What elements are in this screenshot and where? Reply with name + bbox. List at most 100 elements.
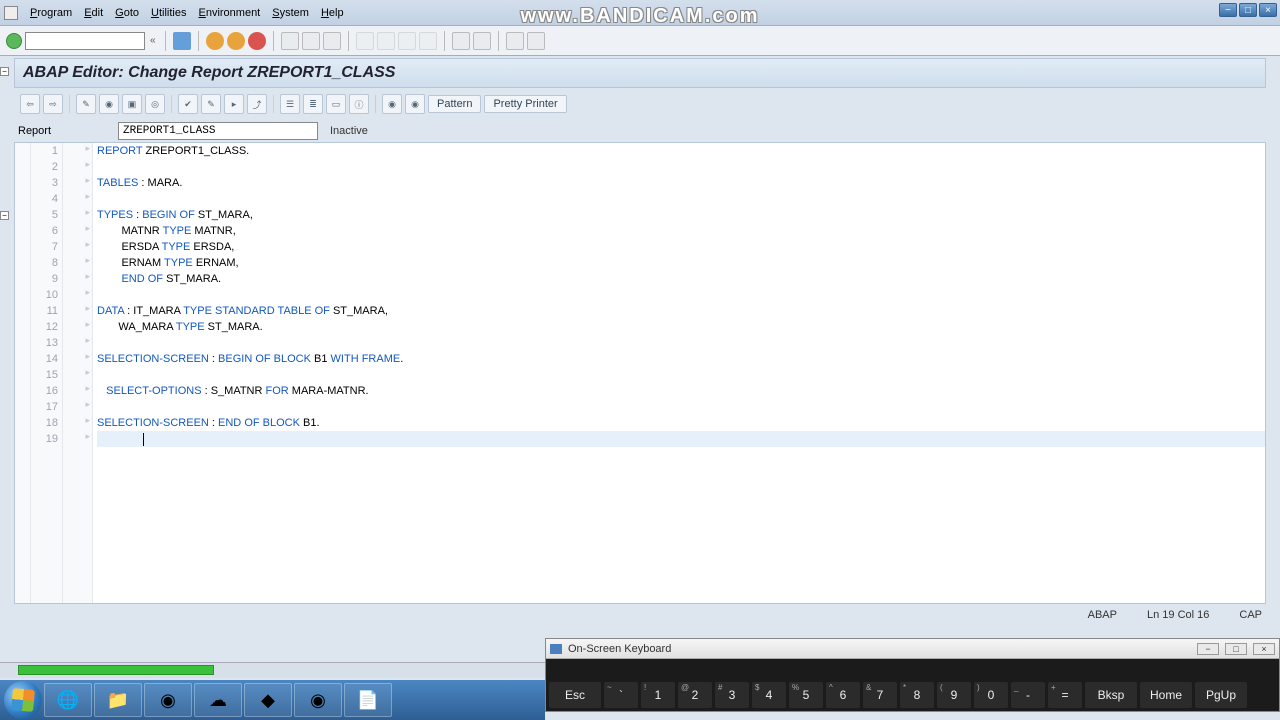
fullscreen-icon[interactable]: ▭ xyxy=(326,94,346,114)
menu-environment[interactable]: Environment xyxy=(192,5,266,21)
minimize-button[interactable]: − xyxy=(1219,3,1237,17)
taskbar-skype-icon[interactable]: ☁ xyxy=(194,683,242,717)
find-next-icon[interactable] xyxy=(323,32,341,50)
osk-key-home[interactable]: Home xyxy=(1140,682,1192,708)
exit-icon[interactable] xyxy=(227,32,245,50)
layout-icon[interactable] xyxy=(527,32,545,50)
taskbar-bandicam-icon[interactable]: ◉ xyxy=(294,683,342,717)
report-header: Report Inactive xyxy=(14,122,1266,140)
taskbar-explorer-icon[interactable]: 📁 xyxy=(94,683,142,717)
find-icon[interactable] xyxy=(302,32,320,50)
menu-utilities[interactable]: Utilities xyxy=(145,5,192,21)
fold-toggle-icon[interactable]: − xyxy=(0,67,9,76)
osk-titlebar[interactable]: On-Screen Keyboard − □ × xyxy=(546,639,1279,659)
menu-system[interactable]: System xyxy=(266,5,315,21)
new-session-icon[interactable] xyxy=(452,32,470,50)
report-name-input[interactable] xyxy=(118,122,318,140)
close-button[interactable]: × xyxy=(1259,3,1277,17)
code-line[interactable] xyxy=(97,287,1265,303)
osk-key-`[interactable]: ~` xyxy=(604,682,638,708)
last-page-icon xyxy=(419,32,437,50)
osk-key-5[interactable]: %5 xyxy=(789,682,823,708)
menu-goto[interactable]: Goto xyxy=(109,5,145,21)
help-on-icon[interactable]: ⓘ xyxy=(349,94,369,114)
osk-key-9[interactable]: (9 xyxy=(937,682,971,708)
taskbar-chrome-icon[interactable]: ◉ xyxy=(144,683,192,717)
breakpoint-del-icon[interactable]: ◉ xyxy=(405,94,425,114)
check-icon[interactable]: ✔ xyxy=(178,94,198,114)
code-line[interactable] xyxy=(97,191,1265,207)
osk-key-7[interactable]: &7 xyxy=(863,682,897,708)
save-icon[interactable] xyxy=(173,32,191,50)
object-list-icon[interactable]: ☰ xyxy=(280,94,300,114)
taskbar-app-icon[interactable]: ◆ xyxy=(244,683,292,717)
where-used-icon[interactable]: ⤴ xyxy=(247,94,267,114)
menu-edit[interactable]: Edit xyxy=(78,5,109,21)
osk-key-2[interactable]: @2 xyxy=(678,682,712,708)
back-icon[interactable] xyxy=(206,32,224,50)
doc-icon xyxy=(4,6,18,20)
nav-stack-icon[interactable]: ≣ xyxy=(303,94,323,114)
menu-program[interactable]: Program xyxy=(24,5,78,21)
osk-key-3[interactable]: #3 xyxy=(715,682,749,708)
code-line[interactable]: TYPES : BEGIN OF ST_MARA, xyxy=(97,207,1265,223)
transaction-code-input[interactable] xyxy=(25,32,145,50)
help-icon[interactable] xyxy=(506,32,524,50)
osk-close-button[interactable]: × xyxy=(1253,643,1275,655)
osk-key-0[interactable]: )0 xyxy=(974,682,1008,708)
osk-key-pgup[interactable]: PgUp xyxy=(1195,682,1247,708)
code-line[interactable]: SELECTION-SCREEN : BEGIN OF BLOCK B1 WIT… xyxy=(97,351,1265,367)
code-line[interactable]: ERSDA TYPE ERSDA, xyxy=(97,239,1265,255)
nav-back-icon[interactable]: ⇦ xyxy=(20,94,40,114)
window-controls: − □ × xyxy=(1219,3,1277,17)
code-line[interactable] xyxy=(97,399,1265,415)
code-line[interactable]: SELECT-OPTIONS : S_MATNR FOR MARA-MATNR. xyxy=(97,383,1265,399)
status-caps: CAP xyxy=(1239,609,1262,621)
cancel-icon[interactable] xyxy=(248,32,266,50)
display-change-icon[interactable]: ✎ xyxy=(76,94,96,114)
pattern-button[interactable]: Pattern xyxy=(428,95,481,113)
collapse-icon[interactable]: « xyxy=(150,35,156,46)
code-line[interactable] xyxy=(97,335,1265,351)
osk-key-1[interactable]: !1 xyxy=(641,682,675,708)
osk-minimize-button[interactable]: − xyxy=(1197,643,1219,655)
code-line[interactable]: WA_MARA TYPE ST_MARA. xyxy=(97,319,1265,335)
code-line[interactable]: END OF ST_MARA. xyxy=(97,271,1265,287)
pretty-printer-button[interactable]: Pretty Printer xyxy=(484,95,566,113)
code-line[interactable]: MATNR TYPE MATNR, xyxy=(97,223,1265,239)
print-icon[interactable] xyxy=(281,32,299,50)
fold-toggle-icon[interactable]: − xyxy=(0,211,9,220)
osk-key-=[interactable]: += xyxy=(1048,682,1082,708)
active-inactive-icon[interactable]: ◉ xyxy=(99,94,119,114)
osk-maximize-button[interactable]: □ xyxy=(1225,643,1247,655)
code-line[interactable]: SELECTION-SCREEN : END OF BLOCK B1. xyxy=(97,415,1265,431)
osk-key-8[interactable]: *8 xyxy=(900,682,934,708)
taskbar-ie-icon[interactable]: 🌐 xyxy=(44,683,92,717)
osk-key-6[interactable]: ^6 xyxy=(826,682,860,708)
osk-icon xyxy=(550,644,562,654)
taskbar-wordpad-icon[interactable]: 📄 xyxy=(344,683,392,717)
maximize-button[interactable]: □ xyxy=(1239,3,1257,17)
test-icon[interactable]: ▸ xyxy=(224,94,244,114)
osk-key--[interactable]: _- xyxy=(1011,682,1045,708)
start-button[interactable] xyxy=(4,681,42,719)
enhance-icon[interactable]: ◎ xyxy=(145,94,165,114)
osk-key-bksp[interactable]: Bksp xyxy=(1085,682,1137,708)
osk-key-esc[interactable]: Esc xyxy=(549,682,601,708)
code-editor[interactable]: 12345678910111213141516171819 ▸▸▸▸▸−▸▸▸▸… xyxy=(14,142,1266,604)
ok-icon[interactable] xyxy=(6,33,22,49)
nav-fwd-icon[interactable]: ⇨ xyxy=(43,94,63,114)
menu-help[interactable]: Help xyxy=(315,5,350,21)
code-line[interactable] xyxy=(97,159,1265,175)
activate-icon[interactable]: ✎ xyxy=(201,94,221,114)
code-line[interactable]: ERNAM TYPE ERNAM, xyxy=(97,255,1265,271)
code-line[interactable]: REPORT ZREPORT1_CLASS. xyxy=(97,143,1265,159)
code-line[interactable] xyxy=(97,431,1265,447)
breakpoint-icon[interactable]: ◉ xyxy=(382,94,402,114)
code-line[interactable] xyxy=(97,367,1265,383)
osk-key-4[interactable]: $4 xyxy=(752,682,786,708)
shortcut-icon[interactable] xyxy=(473,32,491,50)
code-line[interactable]: DATA : IT_MARA TYPE STANDARD TABLE OF ST… xyxy=(97,303,1265,319)
other-object-icon[interactable]: ▣ xyxy=(122,94,142,114)
code-line[interactable]: TABLES : MARA. xyxy=(97,175,1265,191)
